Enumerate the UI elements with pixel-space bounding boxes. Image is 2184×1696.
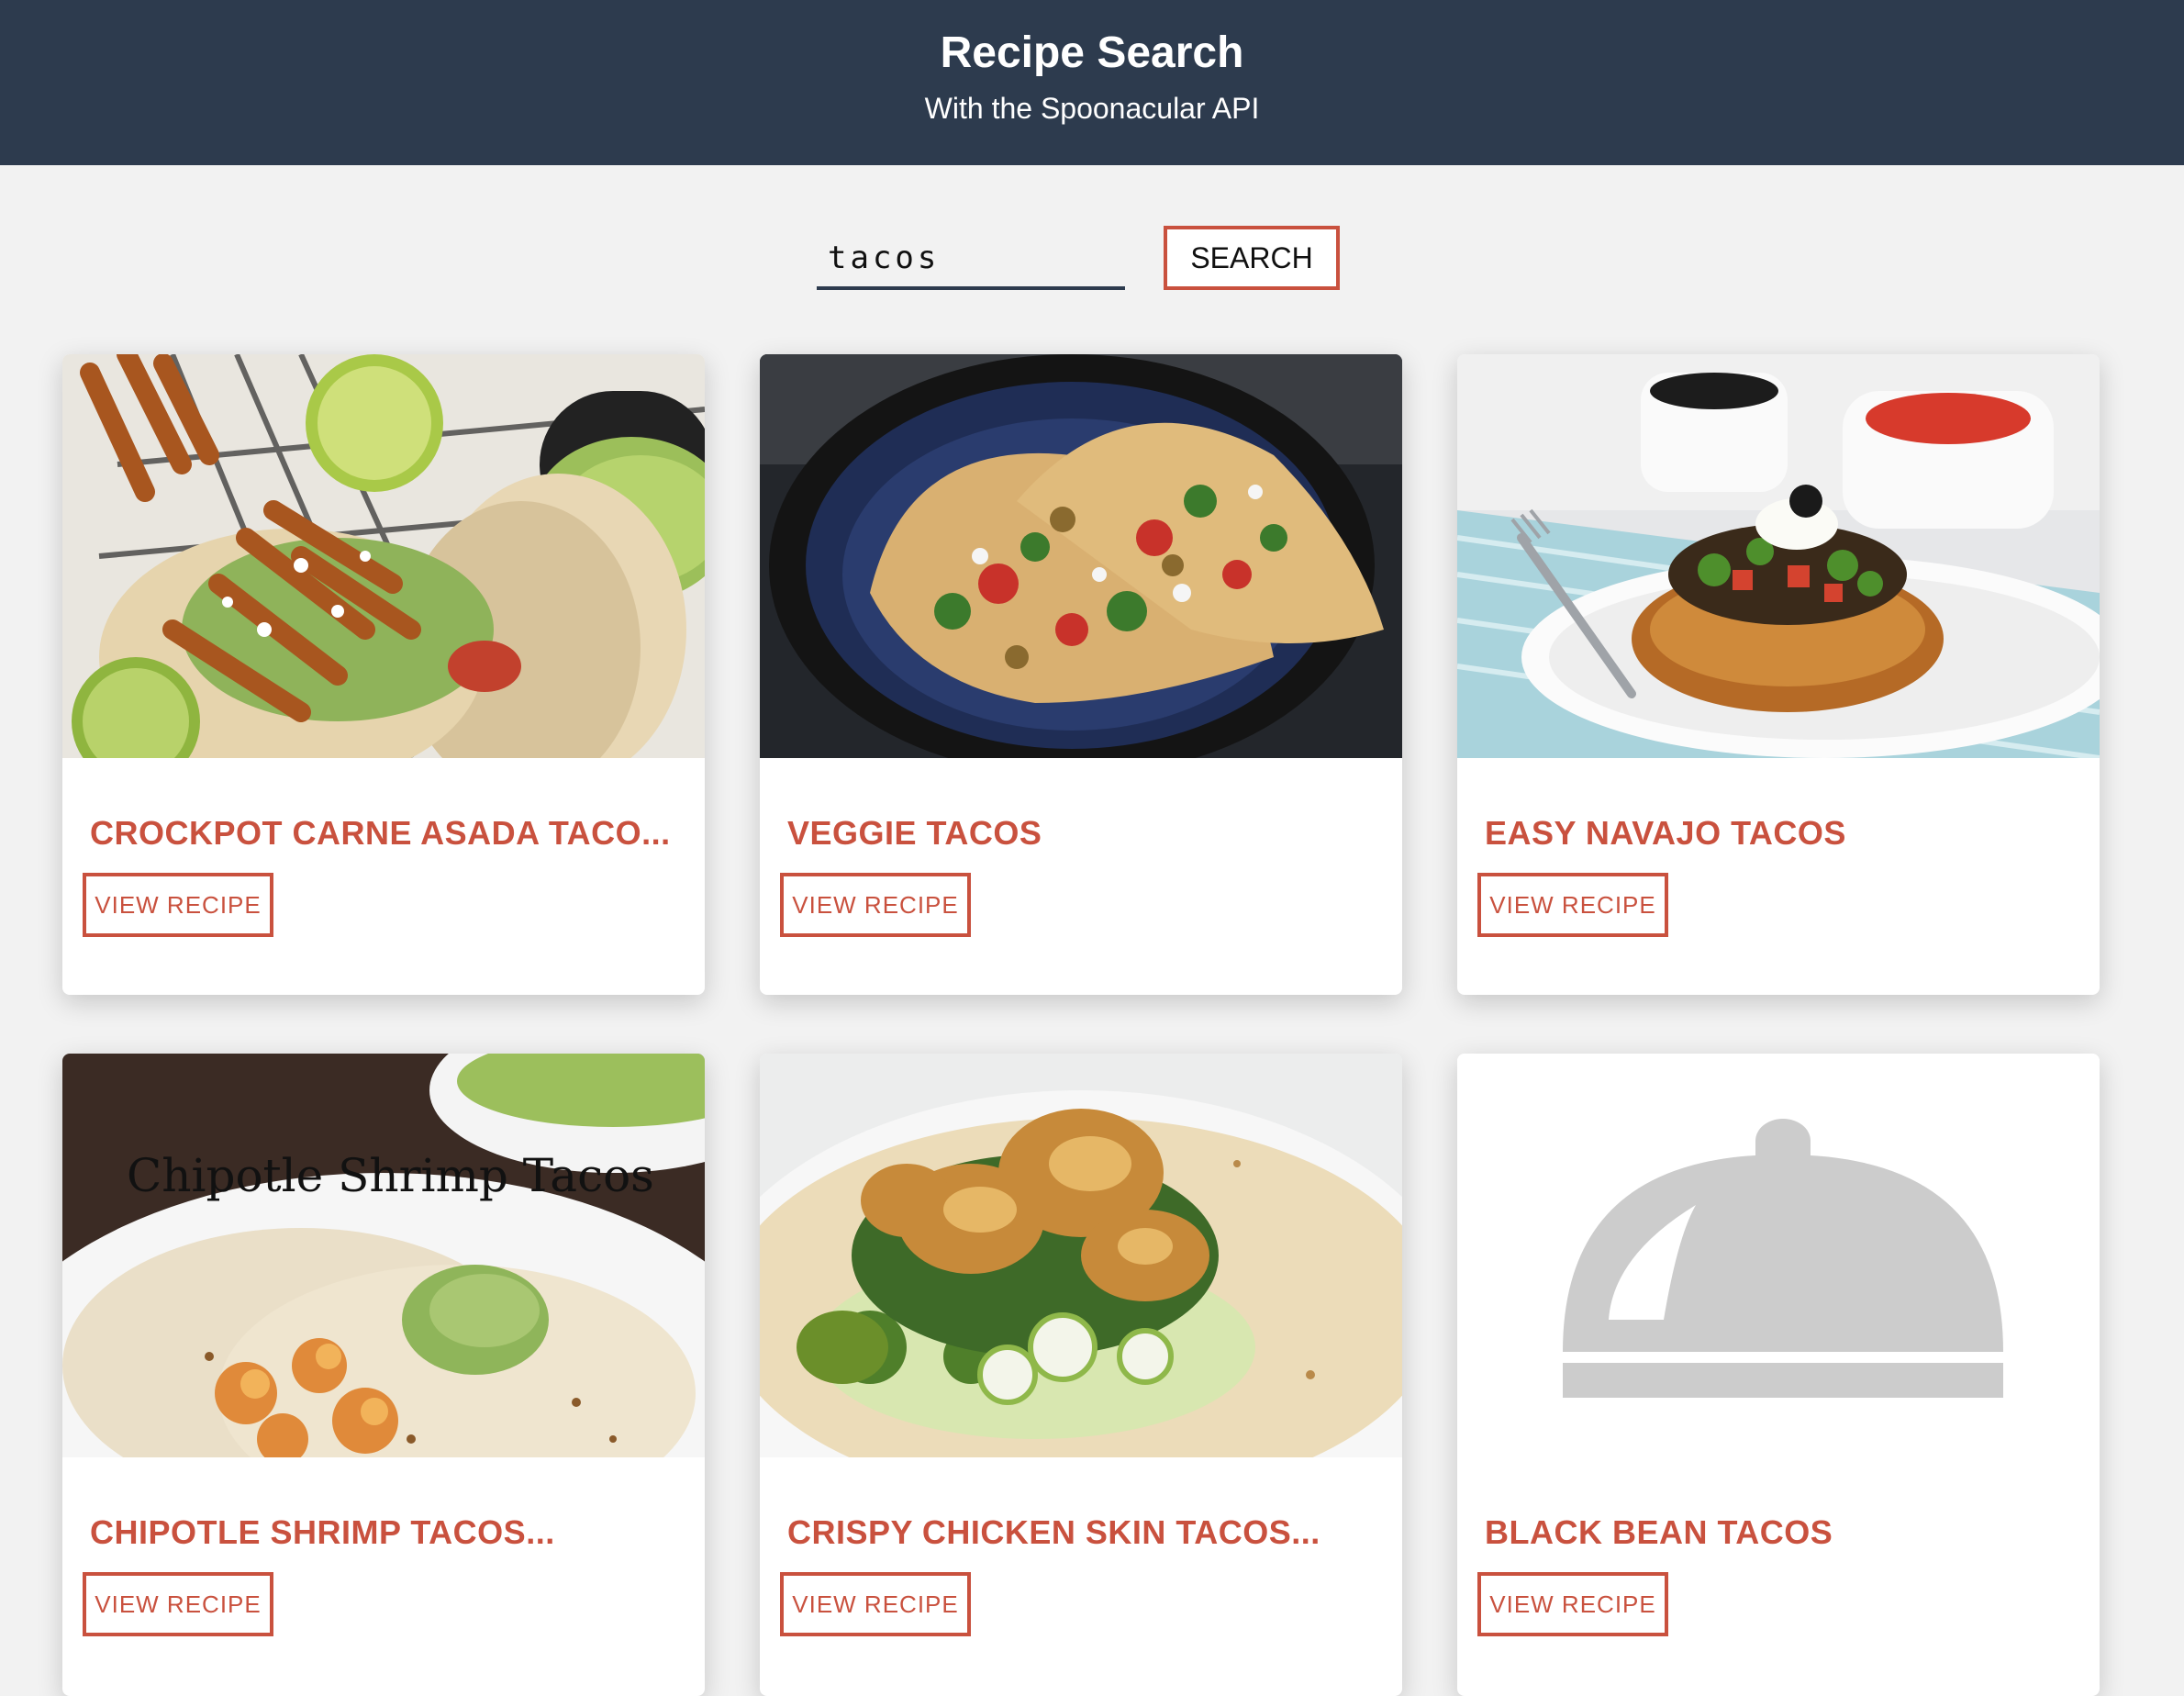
view-recipe-button[interactable]: VIEW RECIPE xyxy=(1477,1572,1668,1636)
recipe-card: Chipotle Shrimp Tacos CHIPOTLE SHRIMP TA… xyxy=(62,1054,705,1696)
shrimp-tacos-photo-caption: Chipotle Shrimp Tacos xyxy=(127,1149,654,1202)
recipe-title: CROCKPOT CARNE ASADA TACO... xyxy=(90,814,671,852)
recipe-title: CRISPY CHICKEN SKIN TACOS... xyxy=(787,1513,1320,1551)
recipe-photo xyxy=(62,354,705,758)
recipe-card: BLACK BEAN TACOS VIEW RECIPE xyxy=(1457,1054,2100,1696)
recipe-photo xyxy=(1457,354,2100,758)
recipe-title: BLACK BEAN TACOS xyxy=(1485,1513,1833,1551)
recipe-photo xyxy=(760,1054,1402,1457)
page-subtitle: With the Spoonacular API xyxy=(924,92,1260,125)
view-recipe-button[interactable]: VIEW RECIPE xyxy=(780,873,971,937)
veggie-tacos-photo xyxy=(760,354,1402,758)
view-recipe-button[interactable]: VIEW RECIPE xyxy=(1477,873,1668,937)
shrimp-tacos-photo: Chipotle Shrimp Tacos xyxy=(62,1054,705,1457)
page-title: Recipe Search xyxy=(940,28,1244,77)
navajo-taco-photo xyxy=(1457,354,2100,758)
search-button[interactable]: SEARCH xyxy=(1164,226,1340,290)
chicken-skin-taco-photo xyxy=(760,1054,1402,1457)
view-recipe-button[interactable]: VIEW RECIPE xyxy=(83,1572,273,1636)
recipe-photo xyxy=(1457,1054,2100,1457)
view-recipe-button[interactable]: VIEW RECIPE xyxy=(83,873,273,937)
recipe-title: VEGGIE TACOS xyxy=(787,814,1042,852)
search-input[interactable] xyxy=(817,229,1125,290)
recipe-card: EASY NAVAJO TACOS VIEW RECIPE xyxy=(1457,354,2100,995)
recipe-title: CHIPOTLE SHRIMP TACOS... xyxy=(90,1513,555,1551)
recipe-title: EASY NAVAJO TACOS xyxy=(1485,814,1846,852)
app-header: Recipe Search With the Spoonacular API xyxy=(0,0,2184,165)
tacos-with-fries-photo xyxy=(62,354,705,758)
recipe-card: VEGGIE TACOS VIEW RECIPE xyxy=(760,354,1402,995)
recipe-card: CROCKPOT CARNE ASADA TACO... VIEW RECIPE xyxy=(62,354,705,995)
recipe-photo xyxy=(760,354,1402,758)
recipe-photo: Chipotle Shrimp Tacos xyxy=(62,1054,705,1457)
recipe-card: CRISPY CHICKEN SKIN TACOS... VIEW RECIPE xyxy=(760,1054,1402,1696)
cloche-placeholder-icon xyxy=(1457,1054,2100,1457)
view-recipe-button[interactable]: VIEW RECIPE xyxy=(780,1572,971,1636)
